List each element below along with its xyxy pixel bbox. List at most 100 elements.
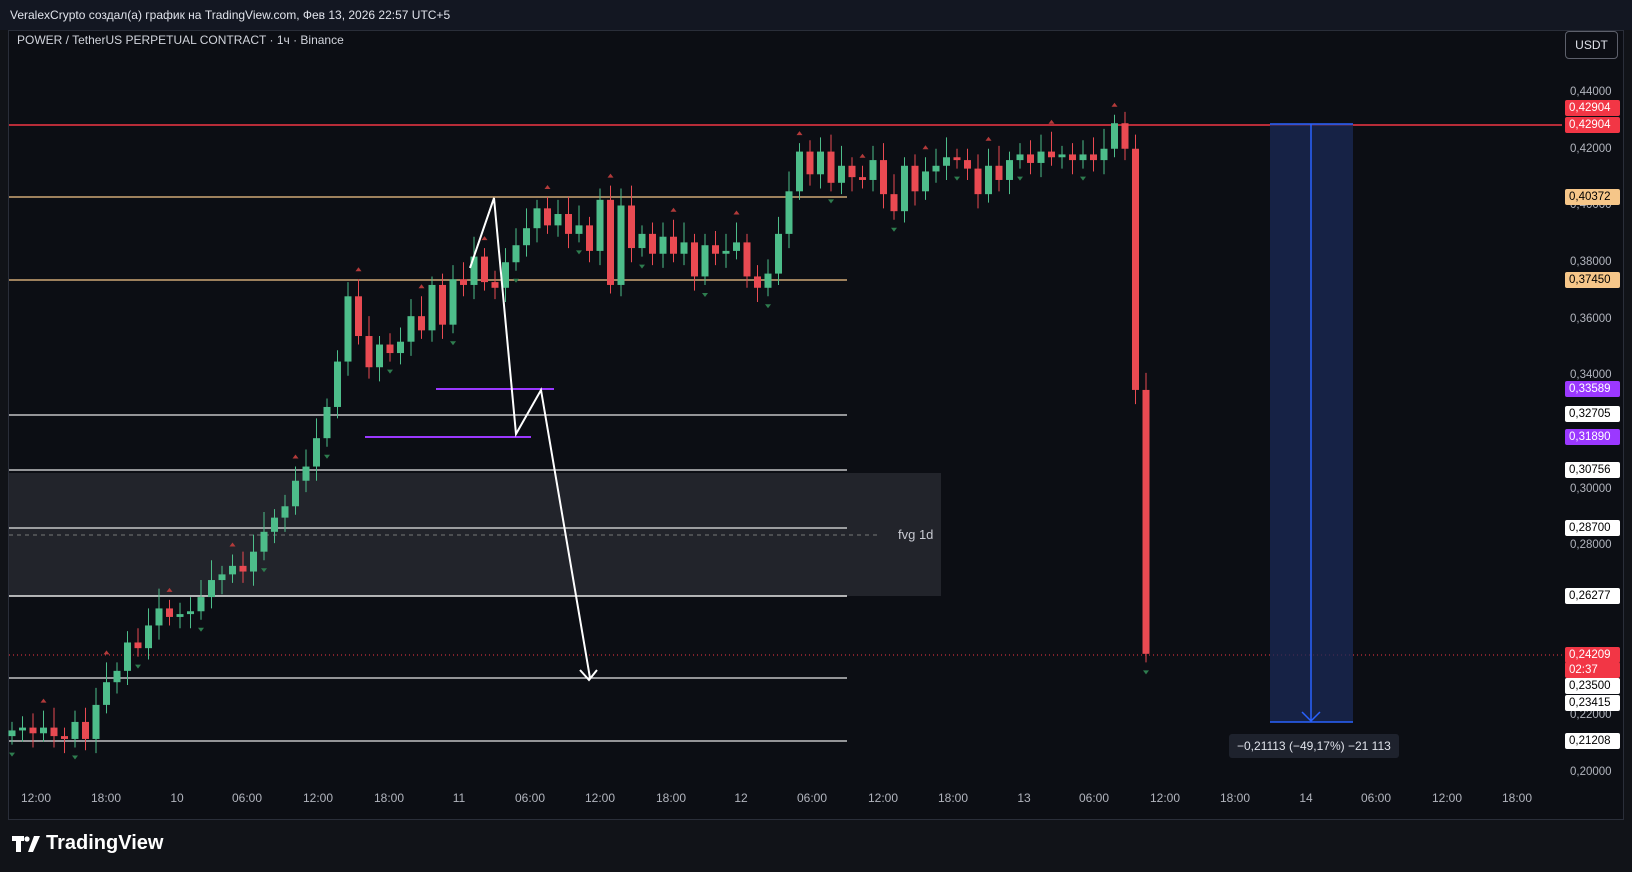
candle-body [1069, 154, 1076, 161]
time-tick: 12 [734, 791, 748, 805]
candle-body [460, 279, 467, 285]
time-tick: 06:00 [514, 791, 546, 805]
pivot-high-marker [544, 184, 551, 189]
candle-body [796, 151, 803, 192]
pivot-low-marker [702, 292, 708, 297]
time-tick: 18:00 [937, 791, 969, 805]
candle-body [638, 233, 646, 249]
candle-body [218, 574, 226, 581]
candle-body [197, 597, 205, 612]
candle-body [124, 642, 131, 671]
pivot-high-marker [355, 267, 362, 272]
candle-body [281, 506, 289, 518]
price-label-countdown: 02:37 [1565, 662, 1620, 678]
pivot-high-marker [733, 210, 740, 215]
candle-body [29, 727, 37, 734]
time-tick: 10 [170, 791, 184, 805]
candle-body [565, 214, 572, 234]
candle-body [880, 160, 887, 195]
time-tick: 13 [1017, 791, 1031, 805]
candle-body [8, 730, 16, 737]
pivot-low-marker [387, 369, 393, 374]
time-tick: 12:00 [20, 791, 52, 805]
candle-body [1100, 148, 1108, 161]
pivot-high-marker [40, 698, 47, 703]
pivot-high-marker [922, 145, 929, 150]
brand-logo[interactable]: TradingView [12, 832, 163, 855]
tradingview-logo-icon [12, 835, 40, 852]
candle-body [166, 608, 173, 617]
pivot-high-marker [985, 136, 992, 141]
time-tick: 12:00 [867, 791, 899, 805]
pivot-high-marker [292, 454, 299, 459]
pivot-low-marker [1143, 670, 1149, 675]
time-tick: 12:00 [1149, 791, 1181, 805]
candle-body [1037, 151, 1045, 163]
candle-body [386, 344, 394, 354]
candle-body [586, 225, 593, 251]
time-tick: 12:00 [584, 791, 616, 805]
candle-body [113, 670, 121, 683]
candle-body [596, 199, 604, 251]
price-label-purple-high: 0,33589 [1565, 381, 1620, 397]
candle-body [754, 276, 761, 288]
price-tick: 0,34000 [1570, 369, 1612, 381]
price-label-purple-low: 0,31890 [1565, 429, 1620, 445]
candle-body [985, 165, 992, 195]
candle-body [1006, 160, 1013, 180]
pivot-low-marker [765, 304, 771, 309]
candle-body [1027, 154, 1034, 163]
candle-body [533, 208, 541, 229]
candle-body [313, 438, 320, 467]
price-tick: 0,36000 [1570, 313, 1612, 325]
candle-body [397, 341, 404, 354]
currency-button[interactable]: USDT [1565, 31, 1618, 59]
candle-body [155, 608, 163, 626]
price-label-orange-low: 0,37450 [1565, 272, 1620, 288]
candle-body [817, 151, 824, 175]
pivot-high-marker [1111, 102, 1118, 107]
candle-body [806, 151, 814, 175]
pivot-low-marker [828, 199, 834, 204]
pivot-low-marker [576, 250, 582, 255]
candle-body [71, 721, 79, 739]
brand-name: TradingView [46, 832, 164, 854]
candle-body [1090, 154, 1097, 161]
candle-body [974, 168, 982, 195]
candle-body [1142, 389, 1150, 654]
candle-body [628, 205, 635, 249]
time-tick: 06:00 [1078, 791, 1110, 805]
candle-body [575, 225, 583, 234]
time-tick: 12:00 [1431, 791, 1463, 805]
pivot-low-marker [72, 755, 78, 760]
pivot-low-marker [954, 176, 960, 181]
time-tick: 12:00 [302, 791, 334, 805]
candle-body [607, 199, 614, 285]
pivot-high-marker [670, 207, 677, 212]
price-tick: 0,38000 [1570, 256, 1612, 268]
time-tick: 18:00 [1501, 791, 1533, 805]
price-tick: 0,28000 [1570, 539, 1612, 551]
candle-body [995, 165, 1003, 180]
price-label-resistance-b: 0,42904 [1565, 117, 1620, 133]
symbol-title[interactable]: POWER / TetherUS PERPETUAL CONTRACT · 1ч… [17, 33, 344, 47]
candle-body [1111, 123, 1118, 149]
time-tick: 06:00 [796, 791, 828, 805]
candle-body [250, 551, 257, 572]
candle-body [208, 580, 215, 598]
candle-body [775, 233, 782, 274]
candle-body [659, 236, 667, 254]
candle-body [680, 242, 688, 254]
candle-body [176, 614, 184, 617]
pivot-low-marker [450, 341, 456, 346]
candle-body [512, 245, 520, 263]
candle-body [691, 242, 698, 277]
candle-body [502, 262, 509, 288]
candle-body [271, 517, 278, 532]
candle-body [439, 284, 446, 325]
candle-body [617, 205, 625, 285]
candle-body [848, 165, 856, 178]
candle-body [1121, 123, 1129, 149]
price-label-current: 0,24209 [1565, 647, 1620, 663]
candle-body [869, 160, 877, 180]
